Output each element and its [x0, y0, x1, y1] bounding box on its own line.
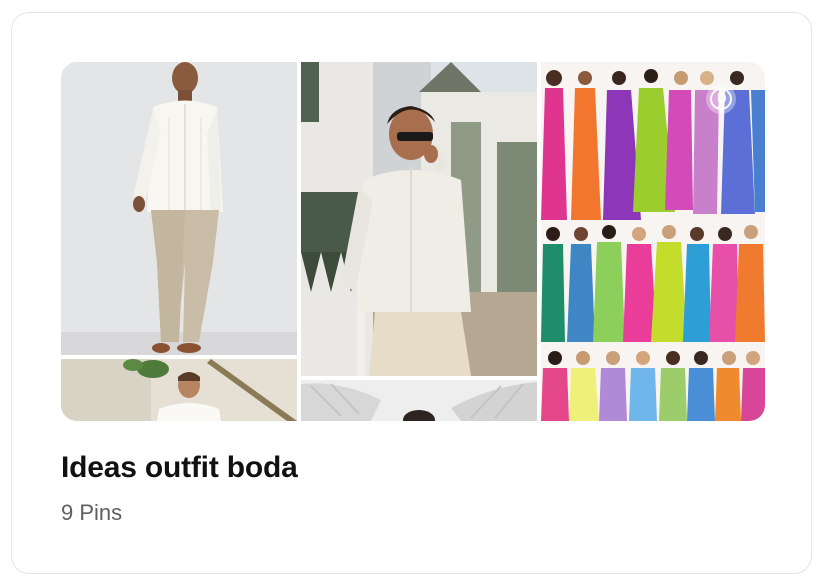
- board-card[interactable]: Ideas outfit boda 9 Pins: [11, 12, 812, 574]
- pinterest-logo-icon: [706, 84, 736, 114]
- pin-image-palm-leaves[interactable]: [301, 380, 537, 421]
- pin-image-colorful-dresses-collage[interactable]: [541, 62, 765, 421]
- pin-image-white-guayabera-studio[interactable]: [61, 62, 297, 355]
- board-title[interactable]: Ideas outfit boda: [61, 451, 298, 485]
- pin-image-white-shirt-garden[interactable]: [61, 359, 297, 421]
- board-cover-collage[interactable]: [61, 62, 765, 421]
- board-pin-count: 9 Pins: [61, 500, 123, 525]
- pin-image-man-sunglasses-street[interactable]: [301, 62, 537, 376]
